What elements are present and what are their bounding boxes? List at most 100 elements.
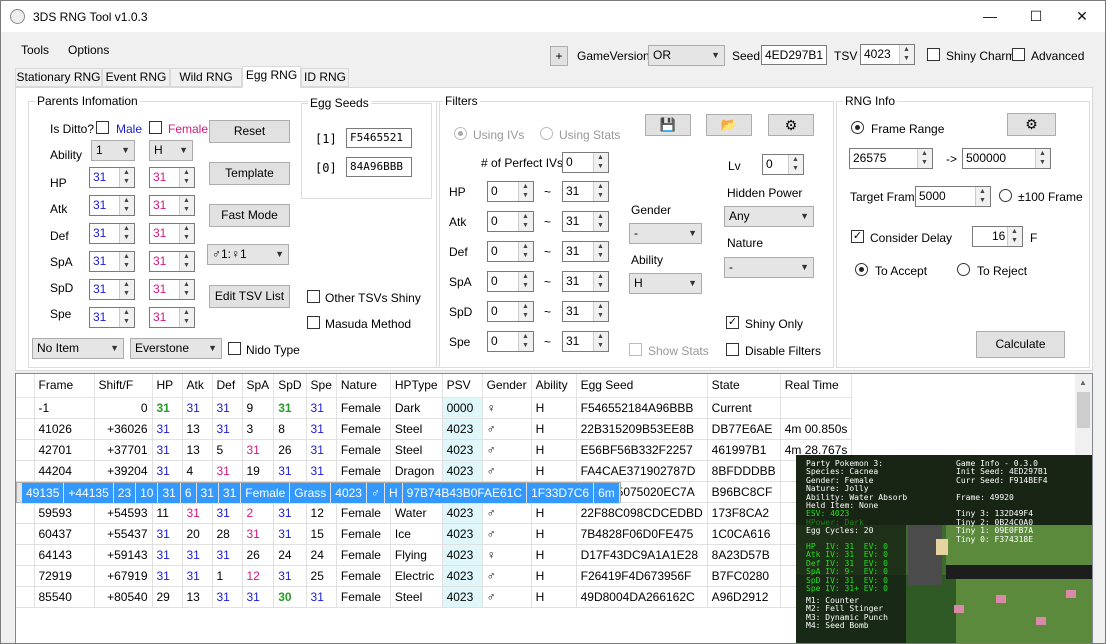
column-header[interactable]: Spe: [306, 374, 337, 398]
reset-button[interactable]: Reset: [209, 120, 290, 143]
using-ivs-radio[interactable]: [454, 127, 467, 140]
male-item-select[interactable]: No Item ▼: [32, 338, 124, 359]
column-header[interactable]: Def: [212, 374, 243, 398]
table-row[interactable]: 59593 +54593 11 31 31 2 31 12 Female Water 4023 ♂ H 2…: [16, 502, 853, 524]
column-header[interactable]: Real Time: [780, 374, 853, 398]
frame-from-stepper[interactable]: 26575 ▲ ▼: [849, 148, 933, 169]
female-iv-spe[interactable]: 31 ▲ ▼: [149, 307, 195, 328]
using-stats-radio[interactable]: [540, 127, 553, 140]
template-button[interactable]: Template: [209, 162, 290, 185]
add-button[interactable]: +: [550, 46, 568, 66]
fast-mode-button[interactable]: Fast Mode: [209, 204, 290, 227]
male-ditto-checkbox[interactable]: [96, 121, 109, 134]
female-iv-atk[interactable]: 31 ▲ ▼: [149, 195, 195, 216]
egg-seed-1-input[interactable]: F5465521: [346, 128, 412, 148]
row-header[interactable]: [16, 418, 35, 440]
column-header[interactable]: State: [707, 374, 781, 398]
row-header[interactable]: [16, 565, 35, 587]
column-header[interactable]: HPType: [390, 374, 443, 398]
calculate-button[interactable]: Calculate: [976, 331, 1065, 358]
filter-max-atk[interactable]: 31 ▲ ▼: [562, 211, 609, 232]
nido-type-checkbox[interactable]: [228, 342, 241, 355]
column-header[interactable]: Ability: [531, 374, 577, 398]
scroll-thumb[interactable]: [1077, 392, 1090, 428]
filter-max-spa[interactable]: 31 ▲ ▼: [562, 271, 609, 292]
lv-stepper[interactable]: 0 ▲ ▼: [762, 154, 804, 175]
other-tsvs-shiny-checkbox[interactable]: [307, 290, 320, 303]
table-row[interactable]: 49135 +44135 23 10 31 6 31 31 Female Grass 4023 ♂ H 9…: [16, 481, 621, 504]
filter-max-hp[interactable]: 31 ▲ ▼: [562, 181, 609, 202]
delay-stepper[interactable]: 16 ▲ ▼: [972, 226, 1023, 247]
to-accept-radio[interactable]: [855, 263, 868, 276]
edit-tsv-list-button[interactable]: Edit TSV List: [209, 285, 290, 308]
row-header[interactable]: [16, 523, 35, 545]
gender-select[interactable]: - ▼: [629, 223, 702, 244]
male-iv-hp[interactable]: 31 ▲ ▼: [89, 167, 135, 188]
table-row[interactable]: 72919 +67919 31 31 1 12 31 25 Female Electric 4023…: [16, 565, 853, 587]
tab-id-rng[interactable]: ID RNG: [301, 68, 349, 87]
game-version-select[interactable]: OR ▼: [648, 45, 725, 66]
filter-min-hp[interactable]: 0 ▲ ▼: [487, 181, 534, 202]
tab-wild-rng[interactable]: Wild RNG: [170, 68, 242, 87]
row-header[interactable]: [16, 397, 35, 419]
pm100-frame-radio[interactable]: [999, 189, 1012, 202]
hidden-power-select[interactable]: Any ▼: [724, 206, 814, 227]
to-reject-radio[interactable]: [957, 263, 970, 276]
target-frame-stepper[interactable]: 5000 ▲ ▼: [915, 186, 991, 207]
female-iv-hp[interactable]: 31 ▲ ▼: [149, 167, 195, 188]
masuda-method-checkbox[interactable]: [307, 316, 320, 329]
egg-seed-0-input[interactable]: 84A96BBB: [346, 157, 412, 177]
column-header[interactable]: SpA: [242, 374, 275, 398]
table-row[interactable]: 60437 +55437 31 20 28 31 31 15 Female Ice 4023 ♂ H 7B…: [16, 523, 853, 545]
tsv-stepper[interactable]: 4023 ▲ ▼: [860, 44, 915, 65]
filter-max-spe[interactable]: 31 ▲ ▼: [562, 331, 609, 352]
female-iv-def[interactable]: 31 ▲ ▼: [149, 223, 195, 244]
gender-ratio-select[interactable]: ♂1:♀1 ▼: [207, 244, 289, 265]
minimize-button[interactable]: —: [967, 1, 1013, 32]
tab-event-rng[interactable]: Event RNG: [102, 68, 170, 87]
table-row[interactable]: 44204 +39204 31 4 31 19 31 31 Female Dragon 4023 ♂ H…: [16, 460, 853, 482]
filter-min-atk[interactable]: 0 ▲ ▼: [487, 211, 534, 232]
filter-min-spa[interactable]: 0 ▲ ▼: [487, 271, 534, 292]
table-row[interactable]: 41026 +36026 31 13 31 3 8 31 Female Steel 4023 ♂ H 22…: [16, 418, 853, 440]
gear-icon[interactable]: ⚙: [768, 114, 814, 136]
male-iv-spe[interactable]: 31 ▲ ▼: [89, 307, 135, 328]
menu-tools[interactable]: Tools: [21, 43, 49, 57]
female-item-select[interactable]: Everstone ▼: [130, 338, 222, 359]
gear-icon[interactable]: ⚙: [1007, 113, 1056, 136]
female-ability-select[interactable]: H ▼: [149, 140, 193, 161]
disable-filters-checkbox[interactable]: [726, 343, 739, 356]
filter-max-def[interactable]: 31 ▲ ▼: [562, 241, 609, 262]
frame-to-stepper[interactable]: 500000 ▲ ▼: [962, 148, 1051, 169]
column-header[interactable]: SpD: [273, 374, 307, 398]
female-iv-spa[interactable]: 31 ▲ ▼: [149, 251, 195, 272]
frame-range-radio[interactable]: [851, 121, 864, 134]
consider-delay-checkbox[interactable]: ✓: [851, 230, 864, 243]
menu-options[interactable]: Options: [68, 43, 109, 57]
filter-ability-select[interactable]: H ▼: [629, 273, 702, 294]
row-header[interactable]: [16, 502, 35, 524]
show-stats-checkbox[interactable]: [629, 343, 642, 356]
advanced-checkbox[interactable]: [1012, 48, 1025, 61]
column-header[interactable]: Egg Seed: [576, 374, 708, 398]
female-iv-spd[interactable]: 31 ▲ ▼: [149, 279, 195, 300]
maximize-button[interactable]: ☐: [1013, 1, 1059, 32]
male-iv-spa[interactable]: 31 ▲ ▼: [89, 251, 135, 272]
folder-open-icon[interactable]: 📂: [706, 114, 752, 136]
row-header[interactable]: [16, 544, 35, 566]
perfect-ivs-stepper[interactable]: 0 ▲ ▼: [562, 152, 609, 173]
column-header[interactable]: Atk: [182, 374, 213, 398]
tab-egg-rng[interactable]: Egg RNG: [242, 66, 301, 88]
female-ditto-checkbox[interactable]: [149, 121, 162, 134]
row-header[interactable]: [16, 586, 35, 608]
column-header[interactable]: HP: [152, 374, 183, 398]
shiny-only-checkbox[interactable]: ✓: [726, 316, 739, 329]
male-iv-def[interactable]: 31 ▲ ▼: [89, 223, 135, 244]
column-header[interactable]: Nature: [336, 374, 391, 398]
filter-max-spd[interactable]: 31 ▲ ▼: [562, 301, 609, 322]
male-iv-atk[interactable]: 31 ▲ ▼: [89, 195, 135, 216]
table-row[interactable]: 85540 +80540 29 13 31 31 30 31 Female Steel 4023 ♂ H…: [16, 586, 853, 608]
filter-min-spd[interactable]: 0 ▲ ▼: [487, 301, 534, 322]
row-header[interactable]: [16, 439, 35, 461]
scroll-up-icon[interactable]: ▲: [1079, 378, 1087, 387]
